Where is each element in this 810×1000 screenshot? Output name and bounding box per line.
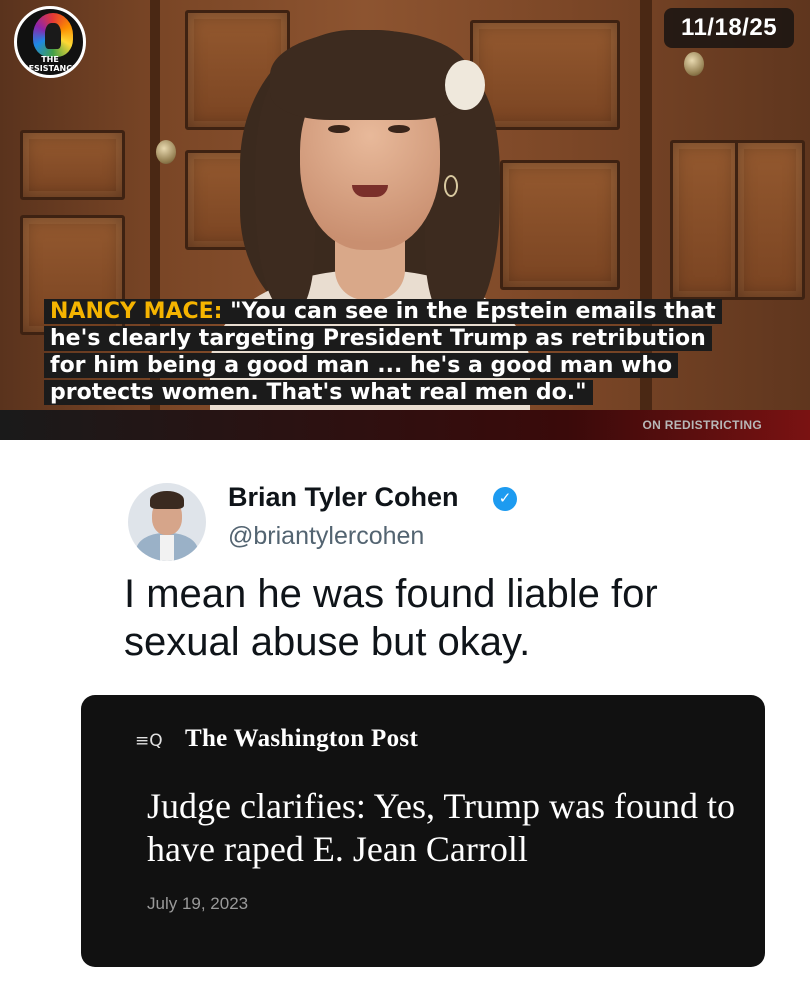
article-date: July 19, 2023	[147, 894, 249, 913]
caption-line: for him being a good man ... he's a good…	[44, 353, 679, 378]
door-knob	[684, 52, 704, 76]
quote-caption: NANCY MACE: "You can see in the Epstein …	[44, 298, 784, 406]
article-headline: Judge clarifies: Yes, Trump was found to…	[147, 786, 736, 869]
tweet-text: I mean he was found liable for sexual ab…	[124, 572, 658, 664]
door-panel	[20, 130, 125, 200]
door-knob	[156, 140, 176, 164]
tweet: Brian Tyler Cohen ✓ @briantylercohen I m…	[0, 440, 810, 1000]
door-panel	[735, 140, 805, 300]
article-menu-icon: ≡Q	[135, 731, 163, 751]
ticker-text: ON REDISTRICTING	[642, 418, 762, 432]
publication-masthead: The Washington Post	[185, 725, 419, 752]
statue-of-liberty-icon	[45, 23, 61, 49]
link-card[interactable]: ≡Q The Washington Post Judge clarifies: …	[81, 695, 765, 967]
author-name[interactable]: Brian Tyler Cohen	[228, 482, 459, 513]
author-handle[interactable]: @briantylercohen	[228, 522, 424, 551]
hair-flower	[445, 60, 485, 110]
date-badge: 11/18/25	[664, 8, 794, 48]
door-panel	[670, 140, 740, 300]
caption-line: "You can see in the Epstein emails that	[230, 299, 716, 324]
caption-line: protects women. That's what real men do.…	[44, 380, 593, 405]
avatar[interactable]	[128, 483, 206, 561]
news-ticker: ON REDISTRICTING	[0, 410, 810, 440]
caption-speaker: NANCY MACE:	[50, 299, 223, 324]
verified-check-icon: ✓	[493, 487, 517, 511]
resistance-logo: THE RESISTANCE	[14, 6, 86, 78]
video-still: THE RESISTANCE 11/18/25 ON REDISTRICTING…	[0, 0, 810, 440]
caption-line: he's clearly targeting President Trump a…	[44, 326, 712, 351]
earring	[444, 175, 458, 197]
